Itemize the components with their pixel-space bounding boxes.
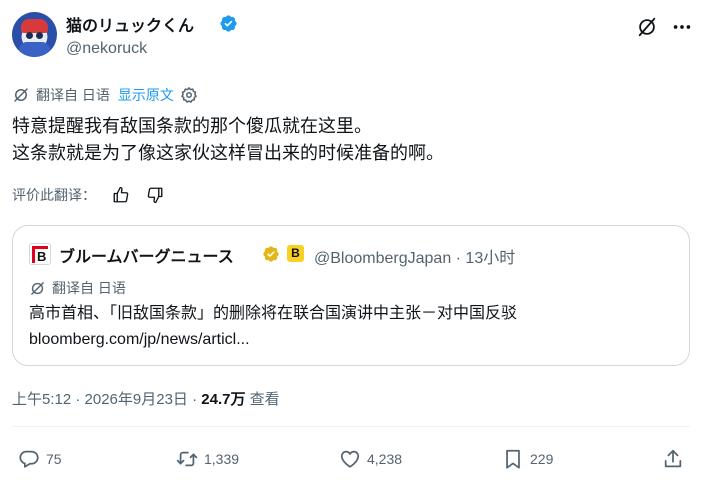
rate-translation-row: 评价此翻译： <box>12 184 164 206</box>
quoted-translation-bar: 翻译自 日语 <box>29 278 126 298</box>
translation-label: 翻译自 日语 <box>36 87 110 103</box>
views-label: 查看 <box>245 391 280 408</box>
like-button[interactable]: 4,238 <box>339 448 402 470</box>
avatar-eye <box>26 32 33 39</box>
show-original-link[interactable]: 显示原文 <box>118 85 174 105</box>
bookmark-button[interactable]: 229 <box>502 448 553 470</box>
quoted-tweet-card[interactable]: B ブルームバーグニュース B @BloombergJapan · 13小时 翻… <box>12 225 690 366</box>
quoted-translation-label: 翻译自 日语 <box>52 280 126 296</box>
retweet-icon <box>176 451 198 467</box>
time-date[interactable]: 上午5:12 · 2026年9月23日 · <box>12 391 201 408</box>
avatar-body <box>19 42 50 57</box>
quoted-handle-time[interactable]: @BloombergJapan · 13小时 <box>314 244 515 268</box>
share-button[interactable] <box>662 448 690 470</box>
retweet-button[interactable]: 1,339 <box>176 448 239 470</box>
gold-verified-badge-icon[interactable] <box>262 245 280 263</box>
share-icon <box>664 449 682 468</box>
translation-bar: 翻译自 日语 显示原文 <box>12 85 198 105</box>
author-display-name[interactable]: 猫のリュックくん <box>66 12 194 36</box>
quoted-text-line: 高市首相、「旧敌国条款」的删除将在联合国演讲中主张－对中国反驳 <box>29 305 518 322</box>
quoted-tweet-text: 高市首相、「旧敌国条款」的删除将在联合国演讲中主张－对中国反驳 bloomber… <box>29 301 679 353</box>
avatar-eye <box>36 32 43 39</box>
bookmark-count: 229 <box>530 451 554 467</box>
grok-icon[interactable] <box>636 16 658 38</box>
thumbs-up-icon[interactable] <box>112 186 130 204</box>
rate-translation-label: 评价此翻译： <box>12 187 96 203</box>
reply-count: 75 <box>46 451 62 467</box>
logo-letter: B <box>37 249 47 264</box>
thumbs-down-icon[interactable] <box>146 186 164 204</box>
gear-icon[interactable] <box>180 86 198 104</box>
tweet-timestamp: 上午5:12 · 2026年9月23日 · 24.7万 查看 <box>12 388 280 409</box>
bookmark-icon <box>506 449 520 469</box>
bloomberg-logo[interactable]: B <box>29 243 51 265</box>
reply-icon <box>19 450 39 468</box>
tweet-text: 特意提醒我有敌国条款的那个傻瓜就在这里。 这条款就是为了像这家伙这样冒出来的时候… <box>12 113 692 167</box>
affiliate-badge-icon[interactable]: B <box>287 245 304 262</box>
divider <box>12 426 690 427</box>
avatar-mask <box>21 19 48 33</box>
like-icon <box>340 450 360 468</box>
translate-icon <box>31 281 44 295</box>
action-bar: 75 1,339 4,238 229 <box>0 448 709 474</box>
quoted-author-name[interactable]: ブルームバーグニュース <box>59 243 234 267</box>
quoted-link[interactable]: bloomberg.com/jp/news/articl... <box>29 327 679 353</box>
verified-badge-icon[interactable] <box>219 14 238 33</box>
translate-icon <box>14 88 28 102</box>
views-count: 24.7万 <box>201 391 246 408</box>
like-count: 4,238 <box>367 451 403 467</box>
tweet-text-line: 这条款就是为了像这家伙这样冒出来的时候准备的啊。 <box>12 143 444 163</box>
retweet-count: 1,339 <box>204 451 240 467</box>
author-handle[interactable]: @nekoruck <box>66 40 147 58</box>
more-icon[interactable] <box>671 16 693 38</box>
tweet-text-line: 特意提醒我有敌国条款的那个傻瓜就在这里。 <box>12 116 372 136</box>
reply-button[interactable]: 75 <box>18 448 62 470</box>
avatar[interactable] <box>12 12 57 57</box>
